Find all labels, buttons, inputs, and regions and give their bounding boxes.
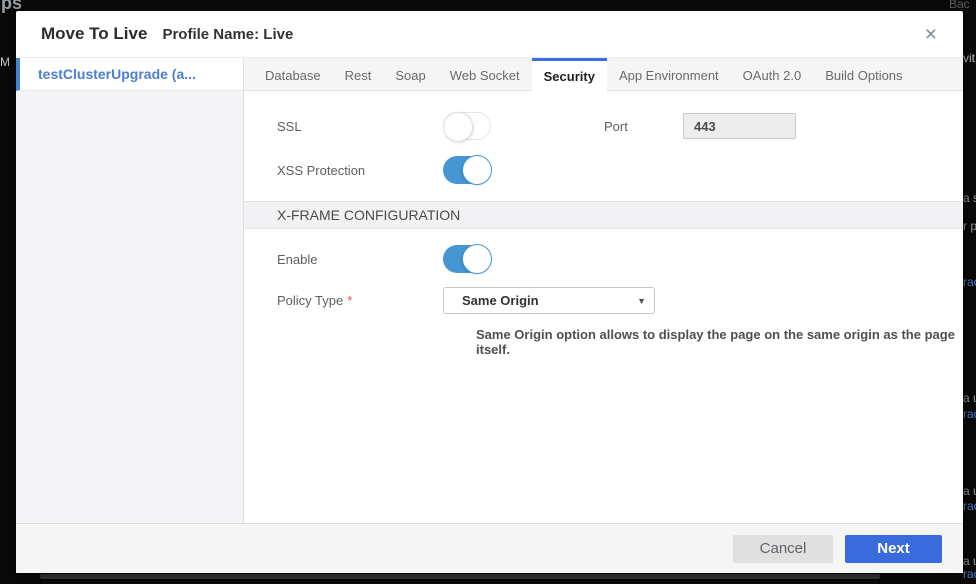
enable-row: Enable bbox=[244, 235, 963, 283]
tab-soap[interactable]: Soap bbox=[383, 58, 437, 90]
background-text-fragment: M bbox=[0, 56, 10, 68]
dialog-title: Move To Live bbox=[41, 24, 147, 44]
background-text-fragment: a u bbox=[963, 392, 976, 404]
xframe-section-header: X-FRAME CONFIGURATION bbox=[244, 201, 963, 229]
port-label: Port bbox=[604, 119, 683, 134]
background-horizontal-scrollbar[interactable] bbox=[40, 574, 880, 579]
policy-help-text: Same Origin option allows to display the… bbox=[476, 327, 963, 357]
tab-database[interactable]: Database bbox=[253, 58, 333, 90]
cluster-sidebar: testClusterUpgrade (a... bbox=[16, 58, 244, 523]
background-text-fragment: vit bbox=[963, 52, 975, 64]
background-text-fragment: Bac bbox=[949, 0, 970, 10]
port-input bbox=[683, 113, 796, 139]
chevron-down-icon: ▼ bbox=[637, 296, 646, 306]
policy-help-wrap: Same Origin option allows to display the… bbox=[244, 327, 963, 357]
background-text-fragment: rac bbox=[963, 408, 976, 420]
ssl-toggle[interactable] bbox=[443, 112, 491, 140]
background-text-fragment: a s bbox=[963, 192, 976, 204]
background-text-fragment: rac bbox=[963, 276, 976, 288]
xframe-section-title: X-FRAME CONFIGURATION bbox=[277, 207, 460, 223]
toggle-knob bbox=[443, 112, 473, 142]
toggle-knob bbox=[462, 155, 492, 185]
ssl-row: SSL Port bbox=[244, 104, 963, 148]
background-text-fragment: r p bbox=[963, 220, 976, 232]
policy-type-label: Policy Type * bbox=[277, 287, 443, 308]
dialog-content: DatabaseRestSoapWeb SocketSecurityApp En… bbox=[244, 58, 963, 523]
policy-type-select[interactable]: Same Origin ▼ bbox=[443, 287, 655, 314]
settings-tabbar: DatabaseRestSoapWeb SocketSecurityApp En… bbox=[244, 58, 963, 91]
sidebar-item-cluster[interactable]: testClusterUpgrade (a... bbox=[16, 58, 243, 91]
next-button[interactable]: Next bbox=[845, 535, 942, 563]
enable-label: Enable bbox=[277, 252, 443, 267]
background-text-fragment: a u bbox=[963, 485, 976, 497]
dialog-body: testClusterUpgrade (a... DatabaseRestSoa… bbox=[16, 58, 963, 523]
background-text-fragment: rac bbox=[963, 500, 976, 512]
tab-app-environment[interactable]: App Environment bbox=[607, 58, 731, 90]
policy-type-row: Policy Type * Same Origin ▼ bbox=[244, 287, 963, 321]
policy-type-label-text: Policy Type bbox=[277, 293, 343, 308]
dialog-header: Move To Live Profile Name: Live × bbox=[16, 11, 963, 58]
background-text-fragment: rac bbox=[963, 568, 976, 580]
tab-oauth-2-0[interactable]: OAuth 2.0 bbox=[731, 58, 814, 90]
dialog-footer: Cancel Next bbox=[16, 523, 963, 573]
profile-name-label: Profile Name: Live bbox=[162, 26, 293, 43]
ssl-label: SSL bbox=[277, 119, 443, 134]
xss-protection-label: XSS Protection bbox=[277, 163, 443, 178]
tab-web-socket[interactable]: Web Socket bbox=[438, 58, 532, 90]
xframe-enable-toggle[interactable] bbox=[443, 245, 491, 273]
policy-type-selected-value: Same Origin bbox=[462, 293, 539, 308]
security-panel: SSL Port XSS Protection X-FRAME CONFIGUR… bbox=[244, 91, 963, 523]
tab-security[interactable]: Security bbox=[532, 58, 607, 91]
close-icon[interactable]: × bbox=[921, 22, 941, 47]
toggle-knob bbox=[462, 244, 492, 274]
xss-row: XSS Protection bbox=[244, 148, 963, 192]
move-to-live-dialog: Move To Live Profile Name: Live × testCl… bbox=[16, 11, 963, 573]
tab-build-options[interactable]: Build Options bbox=[813, 58, 914, 90]
required-asterisk: * bbox=[347, 293, 352, 308]
tab-rest[interactable]: Rest bbox=[333, 58, 384, 90]
background-text-fragment: a u bbox=[963, 555, 976, 567]
xss-protection-toggle[interactable] bbox=[443, 156, 491, 184]
cancel-button[interactable]: Cancel bbox=[733, 535, 833, 563]
